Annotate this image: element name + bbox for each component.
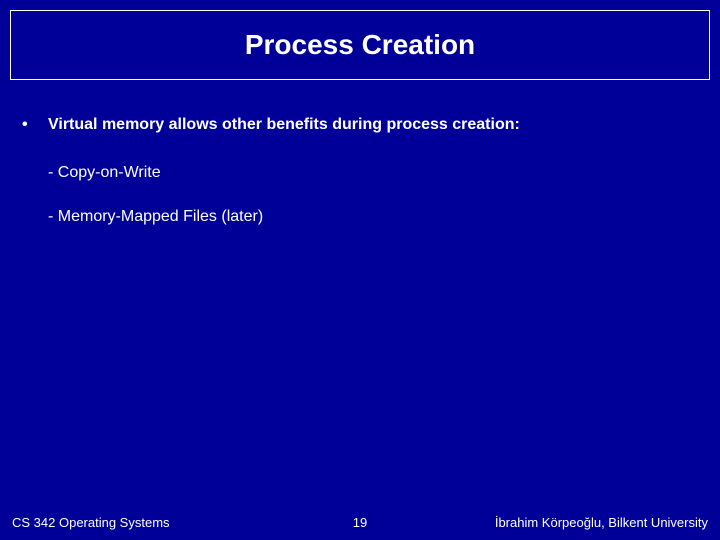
sub-bullet: - Memory-Mapped Files (later)	[48, 208, 700, 226]
slide-title: Process Creation	[245, 29, 475, 61]
bullet-marker: •	[20, 115, 48, 136]
bullet-item: • Virtual memory allows other benefits d…	[20, 115, 700, 136]
sub-bullet: - Copy-on-Write	[48, 164, 700, 182]
footer-left: CS 342 Operating Systems	[12, 515, 170, 530]
slide-content: • Virtual memory allows other benefits d…	[20, 115, 700, 252]
slide-footer: CS 342 Operating Systems 19 İbrahim Körp…	[12, 515, 708, 530]
title-frame: Process Creation	[10, 10, 710, 80]
bullet-text: Virtual memory allows other benefits dur…	[48, 115, 520, 136]
footer-right: İbrahim Körpeoğlu, Bilkent University	[495, 515, 708, 530]
footer-page-number: 19	[353, 515, 367, 530]
